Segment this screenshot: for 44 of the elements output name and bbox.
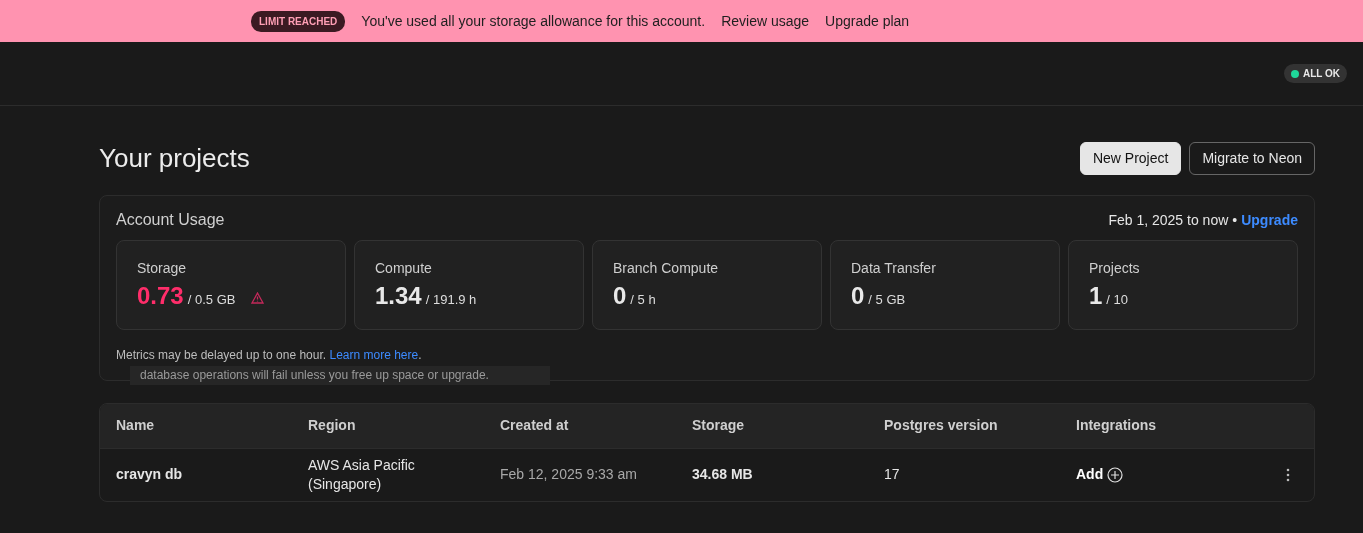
add-integration-button[interactable]: Add bbox=[1076, 464, 1124, 485]
metric-label: Projects bbox=[1089, 259, 1141, 278]
new-project-button[interactable]: New Project bbox=[1079, 142, 1182, 175]
limit-badge: LIMIT REACHED bbox=[251, 10, 346, 32]
warning-icon bbox=[251, 292, 265, 304]
table-cell-text: 17 bbox=[883, 465, 901, 484]
metric-limit: / 5 GB bbox=[868, 291, 906, 309]
plus-circle-icon bbox=[1107, 466, 1124, 483]
metric-limit: / 191.9 h bbox=[425, 291, 477, 309]
banner-link[interactable]: Review usage bbox=[721, 10, 810, 32]
table-cell-text: 34.68 MB bbox=[691, 465, 754, 484]
upgrade-link[interactable]: Upgrade bbox=[1241, 209, 1298, 231]
kebab-menu-icon bbox=[1286, 468, 1290, 483]
metric-label: Branch Compute bbox=[613, 259, 720, 278]
column-header: Name bbox=[115, 416, 156, 435]
column-header: Integrations bbox=[1075, 416, 1158, 435]
table-cell-text: cravyn db bbox=[115, 465, 184, 484]
usage-title: Account Usage bbox=[116, 210, 225, 230]
column-header: Storage bbox=[691, 416, 746, 435]
separator-dot: • bbox=[1232, 210, 1238, 230]
metric-limit: / 0.5 GB bbox=[187, 291, 236, 309]
page-title: Your projects bbox=[99, 142, 250, 175]
migrate-button[interactable]: Migrate to Neon bbox=[1189, 142, 1315, 175]
metric-value: 0 bbox=[851, 283, 865, 310]
metric-value: 1.34 bbox=[375, 283, 422, 310]
column-header: Region bbox=[307, 416, 357, 435]
column-header: Postgres version bbox=[883, 416, 999, 435]
metric-label: Storage bbox=[137, 259, 188, 278]
metric-label: Compute bbox=[375, 259, 433, 278]
metrics-note: Metrics may be delayed up to one hour. Learn more here. bbox=[116, 346, 423, 364]
metric-label: Data Transfer bbox=[851, 259, 937, 278]
tooltip: database operations will fail unless you free up space or upgrade. bbox=[130, 366, 550, 385]
metric-value: 0 bbox=[613, 283, 627, 310]
table-cell-text: Feb 12, 2025 9:33 am bbox=[499, 465, 638, 484]
metric-value: 1 bbox=[1089, 283, 1103, 310]
table-cell-text: AWS Asia Pacific (Singapore) bbox=[307, 456, 416, 493]
metric-limit: / 10 bbox=[1106, 291, 1129, 309]
banner-message: You've used all your storage allowance for this account. bbox=[361, 11, 706, 31]
status-label: ALL OK bbox=[1302, 67, 1340, 81]
column-header: Created at bbox=[499, 416, 570, 435]
usage-period: Feb 1, 2025 to now bbox=[1108, 210, 1229, 230]
metric-value: 0.73 bbox=[137, 283, 184, 310]
banner-link[interactable]: Upgrade plan bbox=[825, 10, 910, 32]
metric-limit: / 5 h bbox=[630, 291, 656, 309]
